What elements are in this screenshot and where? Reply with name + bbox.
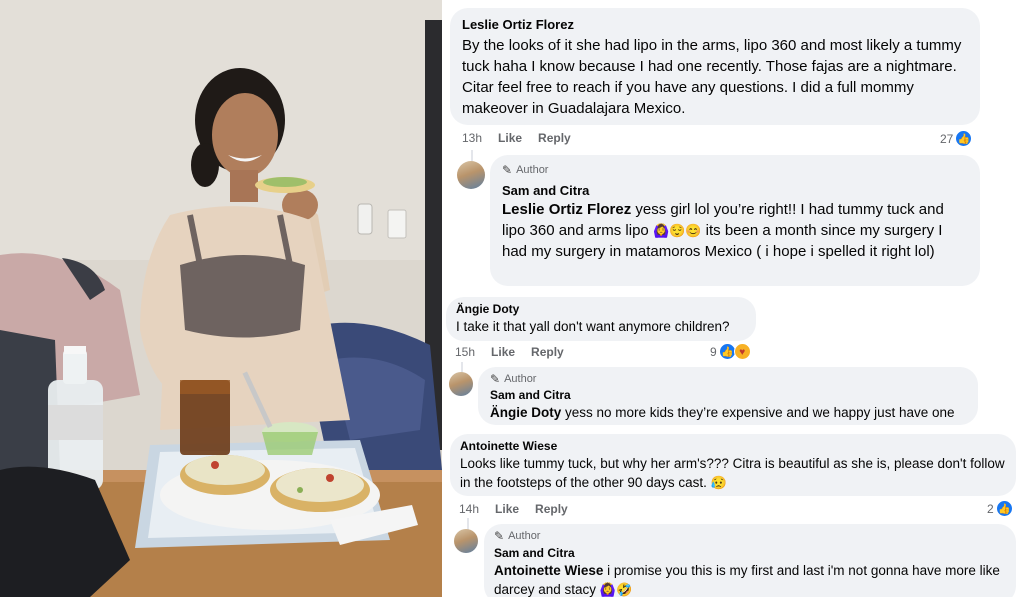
- comment-time[interactable]: 13h: [462, 131, 482, 145]
- like-button[interactable]: Like: [491, 345, 515, 359]
- comment-bubble: Ängie Doty I take it that yall don't wan…: [446, 297, 756, 341]
- comment-time[interactable]: 14h: [459, 502, 479, 516]
- comment-bubble: Leslie Ortiz Florez By the looks of it s…: [450, 8, 980, 125]
- reply-text: Leslie Ortiz Florez yess girl lol you’re…: [502, 199, 968, 262]
- comment-text: Looks like tummy tuck, but why her arm's…: [460, 454, 1006, 492]
- reply-author-name[interactable]: Sam and Citra: [502, 182, 968, 199]
- like-reaction-icon: 👍: [995, 500, 1013, 517]
- comment-text: By the looks of it she had lipo in the a…: [462, 37, 962, 117]
- like-button[interactable]: Like: [495, 502, 519, 516]
- comment-text: I take it that yall don't want anymore c…: [456, 319, 730, 334]
- like-reaction-icon: 👍: [955, 130, 973, 147]
- reaction-count-number: 9: [710, 344, 717, 359]
- author-badge: ✎ Author: [494, 529, 1006, 544]
- reply-author-name[interactable]: Sam and Citra: [490, 388, 966, 403]
- woman-eating-tostada-photo: [0, 0, 442, 597]
- avatar[interactable]: [454, 529, 478, 553]
- reaction-count-number: 27: [940, 131, 954, 146]
- reply-button[interactable]: Reply: [531, 345, 564, 359]
- reply-text: Antoinette Wiese i promise you this is m…: [494, 561, 1006, 597]
- reply-author-name[interactable]: Sam and Citra: [494, 546, 1006, 561]
- avatar[interactable]: [457, 161, 485, 189]
- author-badge-label: Author: [504, 373, 537, 385]
- pencil-icon: ✎: [490, 372, 501, 386]
- comment-actions: 13h Like Reply: [462, 131, 571, 145]
- reply-bubble: ✎ Author Sam and Citra Antoinette Wiese …: [484, 524, 1016, 597]
- pencil-icon: ✎: [494, 529, 505, 543]
- author-badge: ✎ Author: [490, 372, 966, 387]
- care-reaction-icon: ♥: [733, 343, 751, 360]
- reply-button[interactable]: Reply: [538, 131, 571, 145]
- author-badge-label: Author: [516, 164, 549, 176]
- like-button[interactable]: Like: [498, 131, 522, 145]
- reaction-count[interactable]: 2 👍: [987, 500, 1013, 517]
- mention-link[interactable]: Antoinette Wiese: [494, 563, 603, 578]
- pencil-icon: ✎: [502, 163, 513, 177]
- author-badge-label: Author: [508, 530, 541, 542]
- reply-button[interactable]: Reply: [535, 502, 568, 516]
- emoji-group: 🙆‍♀️🤣: [599, 582, 633, 597]
- reply-text: Ängie Doty yess no more kids they’re exp…: [490, 403, 966, 422]
- reply-bubble: ✎ Author Sam and Citra Leslie Ortiz Flor…: [490, 155, 980, 286]
- reaction-count[interactable]: 9 👍 ♥: [710, 343, 751, 360]
- comments-panel: Leslie Ortiz Florez By the looks of it s…: [442, 0, 1024, 597]
- commenter-name[interactable]: Ängie Doty: [456, 302, 746, 317]
- avatar[interactable]: [449, 372, 473, 396]
- comment-text-part: Looks like tummy tuck, but why her arm's…: [460, 456, 1005, 490]
- sad-emoji: 😥: [710, 475, 727, 490]
- post-photo[interactable]: [0, 0, 442, 597]
- reply-bubble: ✎ Author Sam and Citra Ängie Doty yess n…: [478, 367, 978, 425]
- commenter-name[interactable]: Antoinette Wiese: [460, 439, 1006, 454]
- reply-text-part: yess no more kids they’re expensive and …: [561, 405, 955, 420]
- comment-actions: 14h Like Reply: [459, 502, 568, 516]
- mention-link[interactable]: Leslie Ortiz Florez: [502, 201, 631, 218]
- comment-time[interactable]: 15h: [455, 345, 475, 359]
- reaction-count-number: 2: [987, 501, 994, 516]
- comment-actions: 15h Like Reply: [455, 345, 564, 359]
- author-badge: ✎ Author: [502, 163, 968, 178]
- commenter-name[interactable]: Leslie Ortiz Florez: [462, 16, 968, 33]
- mention-link[interactable]: Ängie Doty: [490, 405, 561, 420]
- comment-bubble: Antoinette Wiese Looks like tummy tuck, …: [450, 434, 1016, 496]
- emoji-group: 🙆‍♀️😌😊: [652, 223, 702, 238]
- reaction-count[interactable]: 27 👍: [940, 130, 973, 147]
